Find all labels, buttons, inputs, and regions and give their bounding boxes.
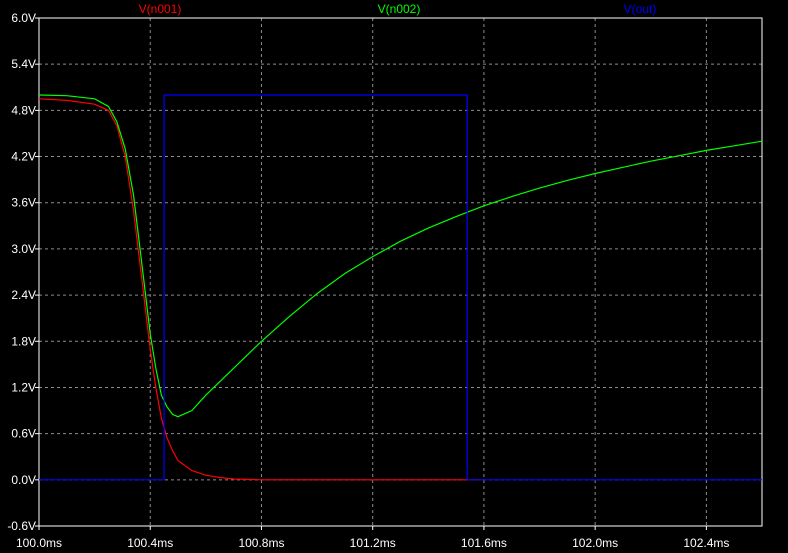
x-tick-label: 100.8ms bbox=[238, 536, 284, 550]
y-tick-label: 4.2V bbox=[11, 150, 36, 164]
y-tick-label: 0.0V bbox=[11, 473, 36, 487]
y-tick-label: 4.8V bbox=[11, 103, 36, 117]
legend-entry-1[interactable]: V(n001) bbox=[139, 2, 182, 16]
x-tick-label: 102.0ms bbox=[572, 536, 618, 550]
y-tick-label: 0.6V bbox=[11, 427, 36, 441]
waveform-plot: 6.0V 5.4V 4.8V 4.2V 3.6V 3.0V 2.4V 1.8V 1.2V 0.6V… bbox=[0, 0, 788, 553]
y-tick-label: 2.4V bbox=[11, 288, 36, 302]
legend-entry-2[interactable]: V(n002) bbox=[378, 2, 421, 16]
x-tick-label: 100.0ms bbox=[16, 536, 62, 550]
legend-entry-3[interactable]: V(out) bbox=[624, 2, 657, 16]
x-tick-label: 102.4ms bbox=[683, 536, 729, 550]
y-tick-label: 3.6V bbox=[11, 196, 36, 210]
x-tick-label: 101.2ms bbox=[350, 536, 396, 550]
y-tick-label: 6.0V bbox=[11, 11, 36, 25]
y-tick-label: 5.4V bbox=[11, 57, 36, 71]
y-tick-label: 3.0V bbox=[11, 242, 36, 256]
y-tick-label: 1.2V bbox=[11, 380, 36, 394]
x-tick-label: 100.4ms bbox=[127, 536, 173, 550]
y-tick-label: -0.6V bbox=[7, 519, 36, 533]
y-tick-label: 1.8V bbox=[11, 334, 36, 348]
x-tick-label: 101.6ms bbox=[461, 536, 507, 550]
plot-background bbox=[0, 0, 788, 553]
